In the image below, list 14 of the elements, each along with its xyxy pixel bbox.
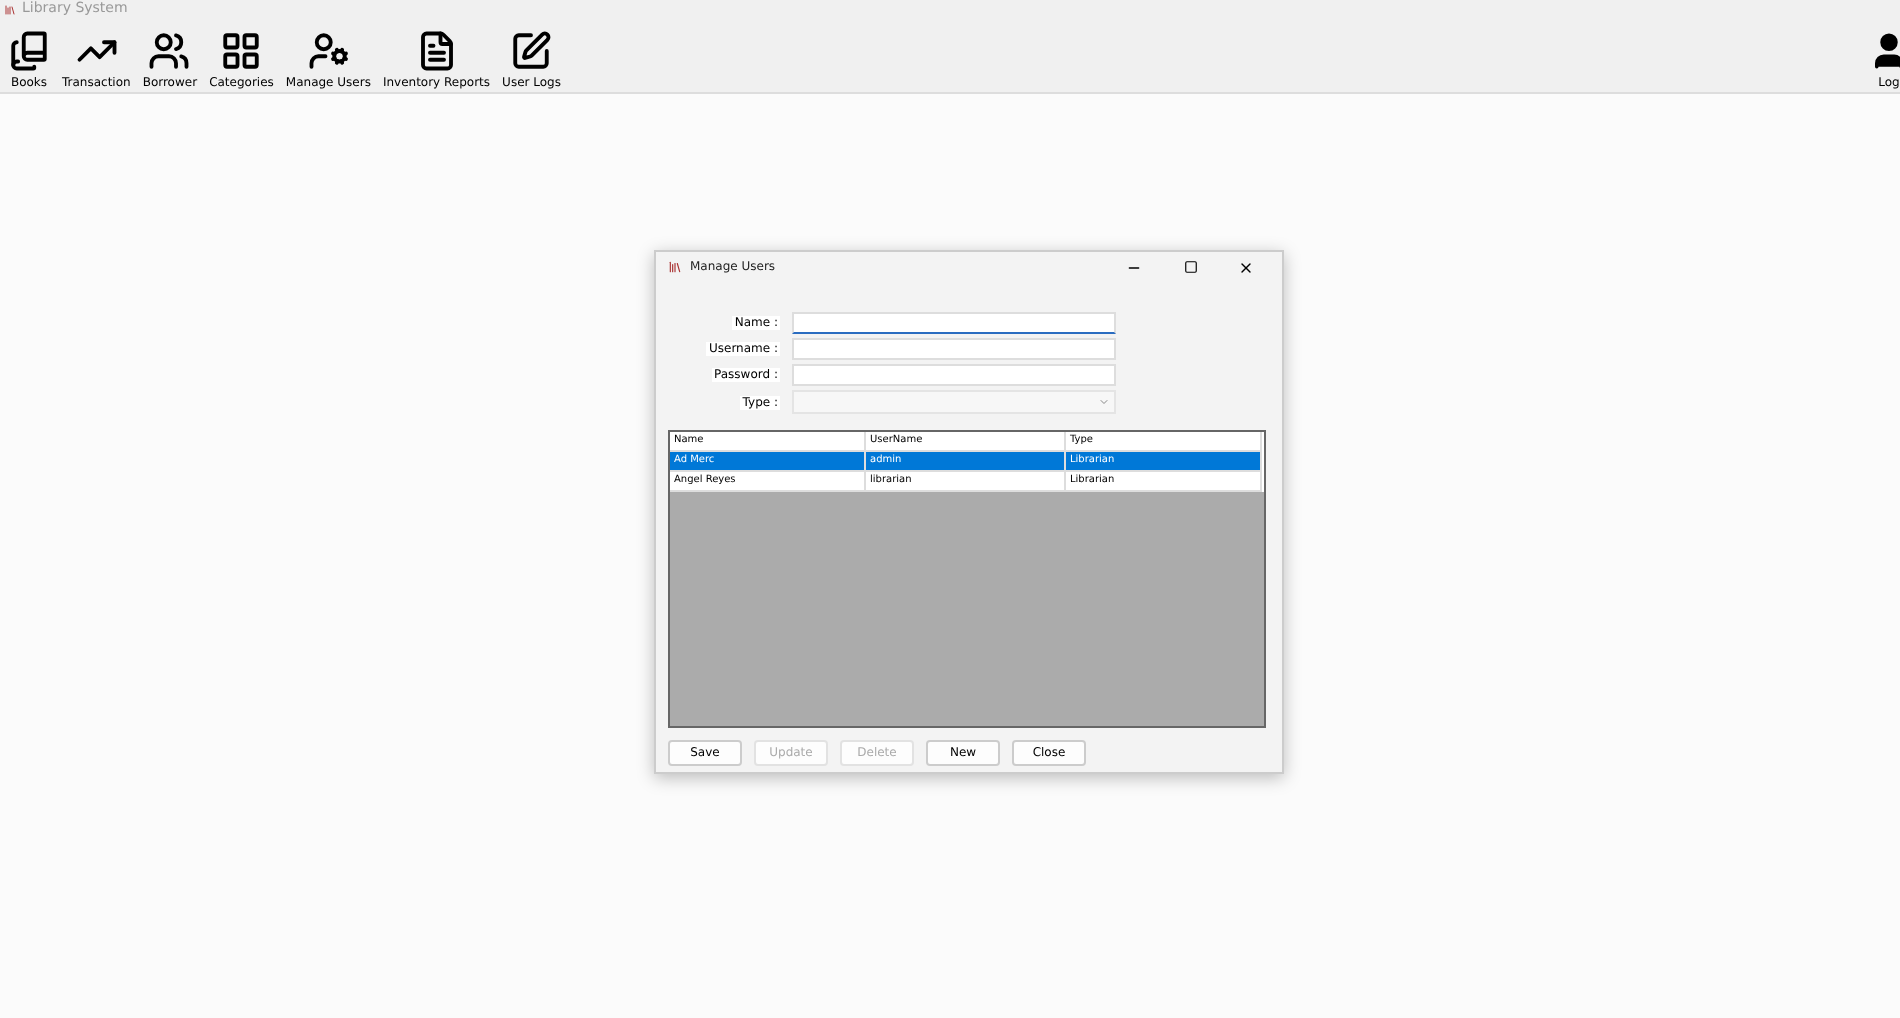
- grid-icon: [220, 30, 263, 72]
- people-icon: [148, 30, 191, 72]
- input-field[interactable]: [792, 312, 1116, 334]
- maximize-icon[interactable]: [1183, 260, 1197, 274]
- input-field[interactable]: [792, 338, 1116, 360]
- pen-document-icon: [510, 30, 553, 72]
- input-field[interactable]: [792, 364, 1116, 386]
- app-icon: [4, 3, 16, 15]
- close-icon[interactable]: [1238, 259, 1254, 275]
- document-icon: [415, 30, 458, 72]
- user-gear-icon: [307, 30, 350, 72]
- books-icon: [8, 30, 50, 72]
- app-icon: [668, 260, 682, 274]
- chevron-down-icon: [1098, 396, 1110, 408]
